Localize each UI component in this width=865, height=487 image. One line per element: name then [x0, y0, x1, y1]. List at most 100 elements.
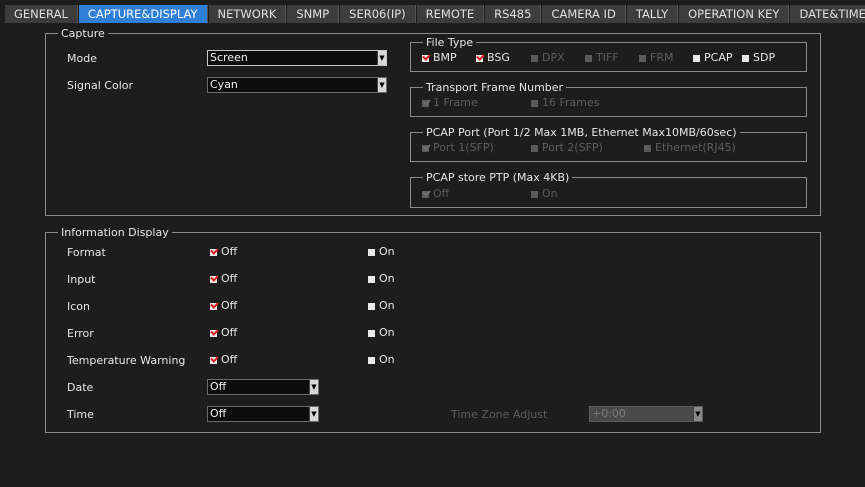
input-off-label: Off [221, 272, 238, 285]
icon-on-label: On [379, 299, 395, 312]
time-zone-value: +0:00 [592, 407, 626, 420]
chevron-down-icon: ▼ [693, 407, 702, 421]
checkbox-icon [476, 54, 483, 62]
time-zone-select[interactable]: +0:00 ▼ [589, 406, 703, 422]
tab-capture-display[interactable]: CAPTURE&DISPLAY [78, 5, 208, 23]
tab-ser06ip[interactable]: SER06(IP) [340, 5, 416, 23]
file-type-legend: File Type [423, 36, 477, 49]
input-on[interactable]: On [368, 272, 395, 286]
checkbox-icon [422, 190, 429, 198]
file-type-frm[interactable]: FRM [639, 51, 673, 65]
signal-color-value: Cyan [210, 78, 238, 91]
info-display-legend: Information Display [58, 226, 172, 239]
tab-bar: GENERAL CAPTURE&DISPLAY NETWORK SNMP SER… [5, 5, 865, 23]
format-off[interactable]: Off [210, 245, 237, 259]
time-label: Time [67, 408, 94, 421]
temp-warning-on[interactable]: On [368, 353, 395, 367]
checkbox-icon [693, 54, 700, 62]
tab-date-time[interactable]: DATE&TIME [790, 5, 865, 23]
file-type-tiff-label: TIFF [596, 51, 619, 64]
pcap-port-1-label: Port 1(SFP) [433, 141, 494, 154]
chevron-down-icon: ▼ [377, 78, 386, 92]
checkbox-icon [585, 54, 592, 62]
pcap-ptp-group: PCAP store PTP (Max 4KB) [410, 171, 807, 208]
time-select[interactable]: Off ▼ [207, 406, 319, 422]
info-display-group: Information Display [45, 226, 821, 433]
tab-snmp[interactable]: SNMP [287, 5, 340, 23]
pcap-ptp-off[interactable]: Off [422, 187, 449, 201]
transport-frame-legend: Transport Frame Number [423, 81, 567, 94]
icon-on[interactable]: On [368, 299, 395, 313]
tab-general[interactable]: GENERAL [5, 5, 78, 23]
transport-1frame[interactable]: 1 Frame [422, 96, 478, 110]
transport-16frames[interactable]: 16 Frames [531, 96, 600, 110]
pcap-ptp-on-label: On [542, 187, 558, 200]
file-type-bsg[interactable]: BSG [476, 51, 510, 65]
signal-color-label: Signal Color [67, 79, 134, 92]
time-value: Off [210, 407, 227, 420]
mode-value: Screen [210, 51, 248, 64]
pcap-ptp-on[interactable]: On [531, 187, 558, 201]
input-on-label: On [379, 272, 395, 285]
capture-legend: Capture [58, 27, 108, 40]
pcap-port-1[interactable]: Port 1(SFP) [422, 141, 494, 155]
error-off-label: Off [221, 326, 238, 339]
pcap-ptp-off-label: Off [433, 187, 450, 200]
checkbox-icon [531, 190, 538, 198]
file-type-sdp-label: SDP [753, 51, 776, 64]
tab-operation-key[interactable]: OPERATION KEY [679, 5, 790, 23]
input-off[interactable]: Off [210, 272, 237, 286]
file-type-dpx[interactable]: DPX [531, 51, 565, 65]
pcap-port-legend: PCAP Port (Port 1/2 Max 1MB, Ethernet Ma… [423, 126, 740, 139]
checkbox-icon [531, 144, 538, 152]
signal-color-select[interactable]: Cyan ▼ [207, 77, 387, 93]
tab-network[interactable]: NETWORK [208, 5, 287, 23]
format-on[interactable]: On [368, 245, 395, 259]
error-on[interactable]: On [368, 326, 395, 340]
pcap-port-ethernet[interactable]: Ethernet(RJ45) [644, 141, 736, 155]
temp-warning-off[interactable]: Off [210, 353, 237, 367]
mode-label: Mode [67, 52, 97, 65]
format-off-label: Off [221, 245, 238, 258]
pcap-ptp-legend: PCAP store PTP (Max 4KB) [423, 171, 573, 184]
tab-rs485[interactable]: RS485 [485, 5, 542, 23]
temp-warning-on-label: On [379, 353, 395, 366]
icon-off[interactable]: Off [210, 299, 237, 313]
file-type-pcap[interactable]: PCAP [693, 51, 732, 65]
error-off[interactable]: Off [210, 326, 237, 340]
date-value: Off [210, 380, 227, 393]
chevron-down-icon: ▼ [309, 380, 318, 394]
checkbox-icon [531, 99, 538, 107]
error-label: Error [67, 327, 94, 340]
file-type-pcap-label: PCAP [704, 51, 733, 64]
tab-camera-id[interactable]: CAMERA ID [542, 5, 626, 23]
chevron-down-icon: ▼ [377, 51, 386, 65]
checkbox-icon [422, 144, 429, 152]
tab-tally[interactable]: TALLY [626, 5, 679, 23]
mode-select[interactable]: Screen ▼ [207, 50, 387, 66]
date-label: Date [67, 381, 94, 394]
checkbox-icon [210, 329, 217, 337]
icon-label: Icon [67, 300, 90, 313]
checkbox-icon [422, 54, 429, 62]
chevron-down-icon: ▼ [309, 407, 318, 421]
tab-remote[interactable]: REMOTE [416, 5, 485, 23]
transport-16frames-label: 16 Frames [542, 96, 600, 109]
file-type-tiff[interactable]: TIFF [585, 51, 619, 65]
pcap-port-2[interactable]: Port 2(SFP) [531, 141, 603, 155]
checkbox-icon [368, 356, 375, 364]
temp-warning-off-label: Off [221, 353, 238, 366]
checkbox-icon [368, 248, 375, 256]
time-zone-label: Time Zone Adjust [451, 408, 548, 421]
file-type-bmp[interactable]: BMP [422, 51, 457, 65]
checkbox-icon [422, 99, 429, 107]
file-type-sdp[interactable]: SDP [742, 51, 775, 65]
checkbox-icon [210, 302, 217, 310]
checkbox-icon [210, 275, 217, 283]
checkbox-icon [368, 329, 375, 337]
checkbox-icon [368, 275, 375, 283]
file-type-bmp-label: BMP [433, 51, 457, 64]
file-type-frm-label: FRM [650, 51, 674, 64]
date-select[interactable]: Off ▼ [207, 379, 319, 395]
checkbox-icon [210, 356, 217, 364]
